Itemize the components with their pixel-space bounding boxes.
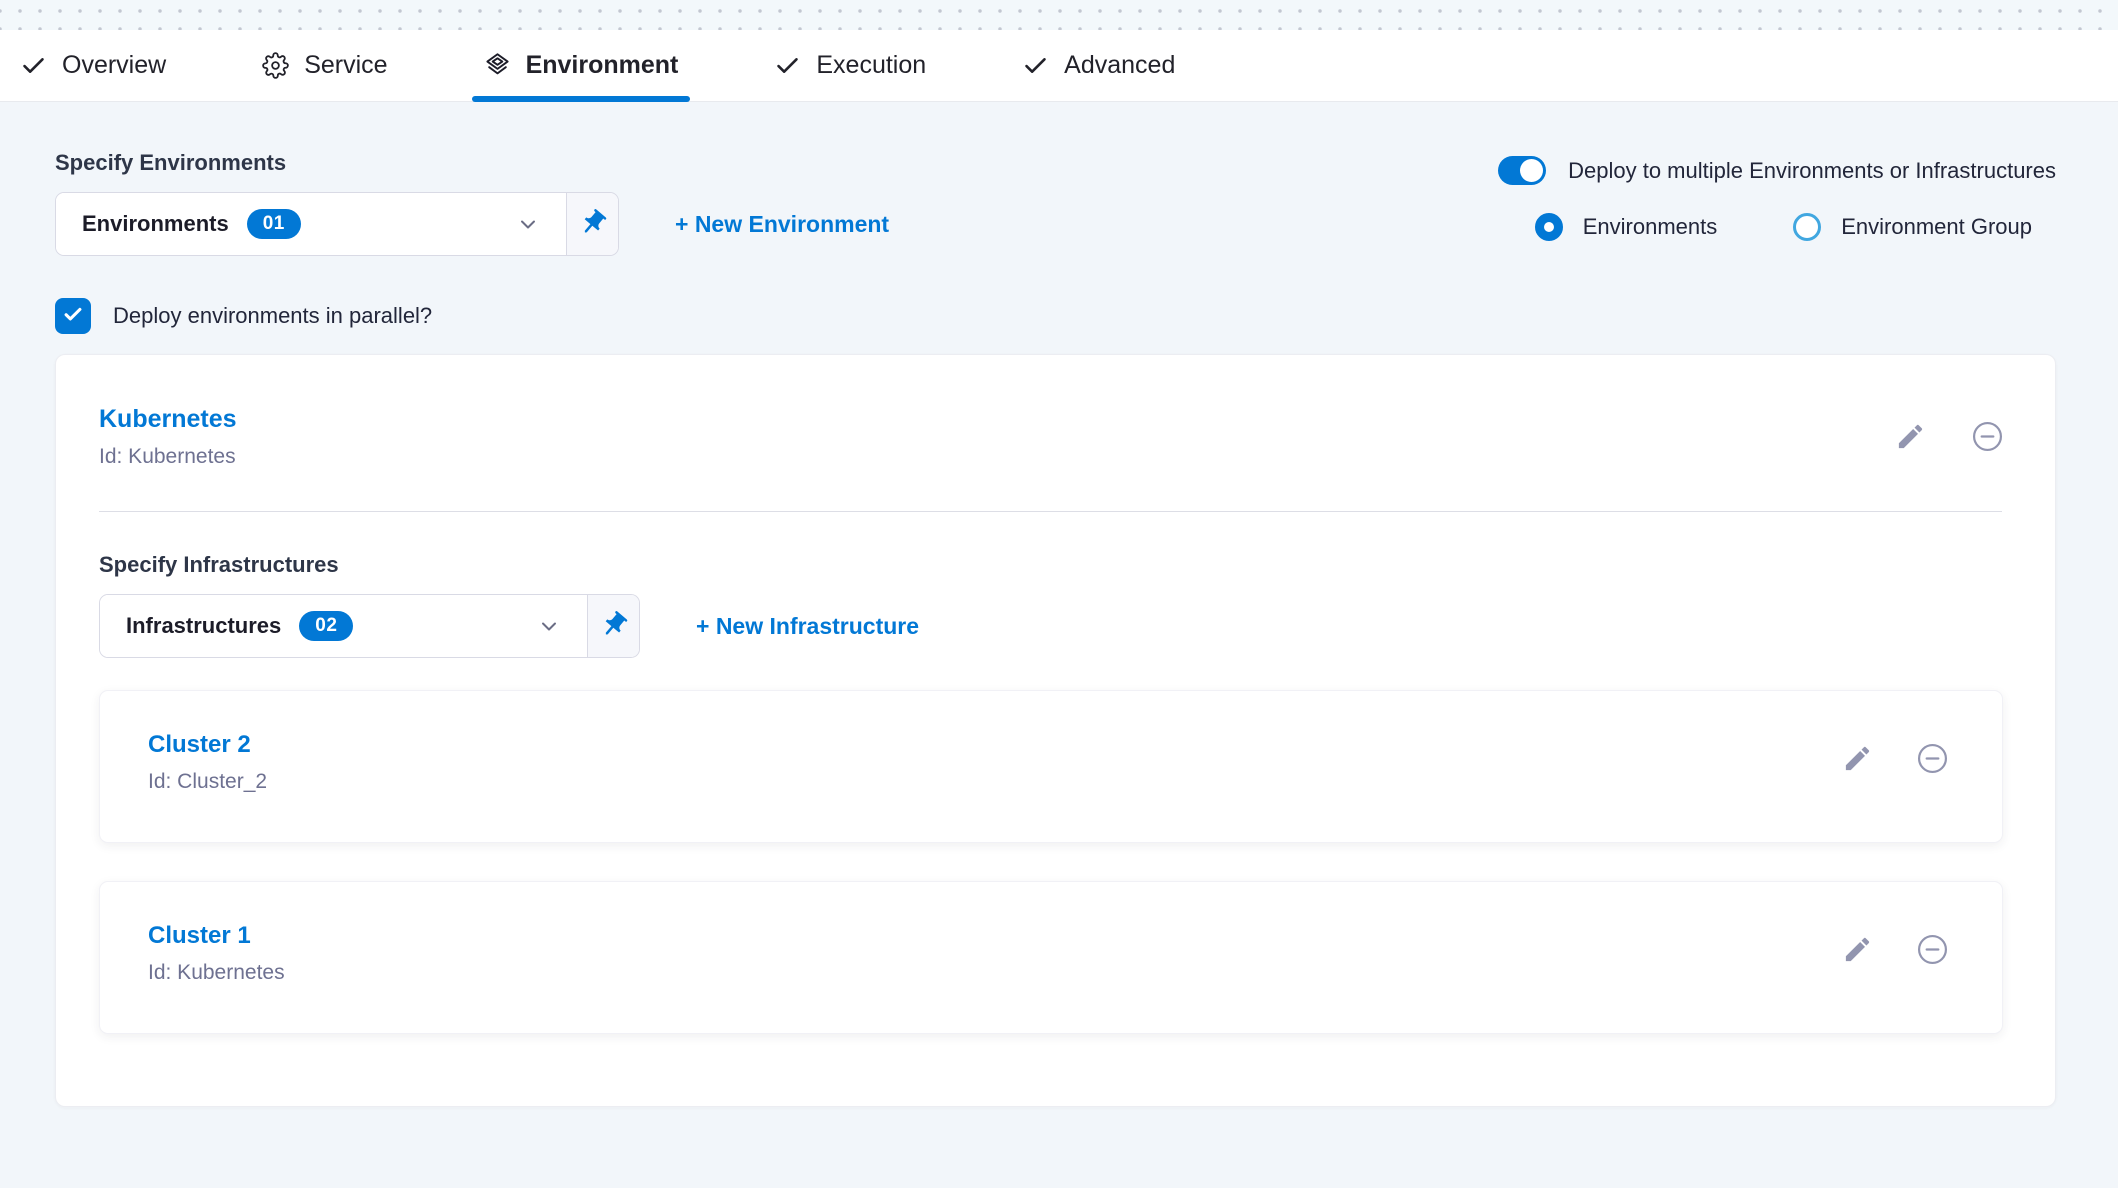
pencil-icon	[1842, 743, 1873, 777]
tab-label: Advanced	[1064, 51, 1175, 80]
stage-tabbar: Overview Service Environment Execution	[0, 30, 2118, 102]
infrastructures-dropdown[interactable]: Infrastructures 02	[100, 595, 587, 657]
minus-circle-icon	[1970, 419, 2005, 457]
new-infrastructure-link[interactable]: + New Infrastructure	[696, 613, 919, 640]
edit-infrastructure-button[interactable]	[1842, 934, 1873, 968]
environment-identity: Kubernetes Id: Kubernetes	[99, 405, 237, 469]
deploy-parallel-checkbox[interactable]	[55, 298, 91, 334]
environment-id: Id: Kubernetes	[99, 445, 237, 469]
chevron-down-icon	[537, 614, 561, 638]
environment-icon	[484, 52, 511, 79]
pencil-icon	[1895, 421, 1926, 455]
tab-label: Overview	[62, 51, 166, 80]
check-icon	[20, 52, 47, 79]
environments-dropdown[interactable]: Environments 01	[56, 193, 566, 255]
active-tab-underline	[472, 96, 691, 102]
radio-environments[interactable]: Environments	[1535, 213, 1718, 241]
tab-environment[interactable]: Environment	[484, 30, 679, 101]
toggle-knob	[1520, 159, 1543, 182]
tab-execution[interactable]: Execution	[774, 30, 926, 101]
tab-label: Execution	[816, 51, 926, 80]
infrastructure-id: Id: Cluster_2	[148, 770, 267, 794]
infrastructure-name-link[interactable]: Cluster 1	[148, 922, 285, 950]
new-environment-link[interactable]: + New Environment	[675, 211, 889, 238]
environment-name-link[interactable]: Kubernetes	[99, 405, 237, 434]
tab-label: Service	[304, 51, 387, 80]
tab-label: Environment	[526, 51, 679, 80]
infrastructure-identity: Cluster 2 Id: Cluster_2	[148, 731, 267, 794]
remove-infrastructure-button[interactable]	[1915, 741, 1950, 779]
tab-overview[interactable]: Overview	[20, 30, 166, 101]
deploy-parallel-label: Deploy environments in parallel?	[113, 303, 432, 329]
pin-infrastructures-button[interactable]	[587, 595, 639, 657]
canvas-dotted-background	[0, 0, 2118, 30]
chevron-down-icon	[516, 212, 540, 236]
environments-dropdown-label: Environments	[82, 211, 229, 237]
tab-service[interactable]: Service	[262, 30, 387, 101]
infrastructure-card: Cluster 2 Id: Cluster_2	[99, 690, 2003, 843]
remove-environment-button[interactable]	[1970, 419, 2005, 457]
minus-circle-icon	[1915, 932, 1950, 970]
check-icon	[774, 52, 801, 79]
environment-tab-content: Specify Environments Environments 01	[0, 150, 2118, 1107]
pencil-icon	[1842, 934, 1873, 968]
pin-environments-button[interactable]	[566, 193, 618, 255]
infrastructure-name-link[interactable]: Cluster 2	[148, 731, 267, 759]
deploy-multiple-toggle-label: Deploy to multiple Environments or Infra…	[1568, 158, 2056, 184]
edit-infrastructure-button[interactable]	[1842, 743, 1873, 777]
infrastructure-card: Cluster 1 Id: Kubernetes	[99, 881, 2003, 1034]
environment-divider	[99, 511, 2002, 512]
radio-selected-icon	[1535, 213, 1563, 241]
environments-count-badge: 01	[247, 209, 301, 239]
infrastructures-count-badge: 02	[299, 611, 353, 641]
check-icon	[1022, 52, 1049, 79]
specify-environments-heading: Specify Environments	[55, 150, 889, 176]
deploy-options-block: Deploy to multiple Environments or Infra…	[1498, 156, 2056, 241]
radio-environment-group[interactable]: Environment Group	[1793, 213, 2032, 241]
check-icon	[62, 303, 84, 330]
deploy-multiple-toggle[interactable]	[1498, 156, 1546, 185]
edit-environment-button[interactable]	[1895, 421, 1926, 455]
environments-mode-radio-group: Environments Environment Group	[1498, 213, 2056, 241]
minus-circle-icon	[1915, 741, 1950, 779]
environment-card: Kubernetes Id: Kubernetes	[55, 354, 2056, 1107]
infrastructure-identity: Cluster 1 Id: Kubernetes	[148, 922, 285, 985]
radio-unselected-icon	[1793, 213, 1821, 241]
pin-icon	[599, 610, 629, 643]
infrastructures-select-group: Infrastructures 02	[99, 594, 640, 658]
specify-environments-block: Specify Environments Environments 01	[55, 150, 889, 256]
infrastructure-id: Id: Kubernetes	[148, 961, 285, 985]
gear-icon	[262, 52, 289, 79]
pin-icon	[578, 208, 608, 241]
pipeline-stage-page: Overview Service Environment Execution	[0, 0, 2118, 1188]
specify-infrastructures-heading: Specify Infrastructures	[99, 552, 2007, 578]
infrastructures-dropdown-label: Infrastructures	[126, 613, 281, 639]
remove-infrastructure-button[interactable]	[1915, 932, 1950, 970]
tab-advanced[interactable]: Advanced	[1022, 30, 1175, 101]
environments-select-group: Environments 01	[55, 192, 619, 256]
